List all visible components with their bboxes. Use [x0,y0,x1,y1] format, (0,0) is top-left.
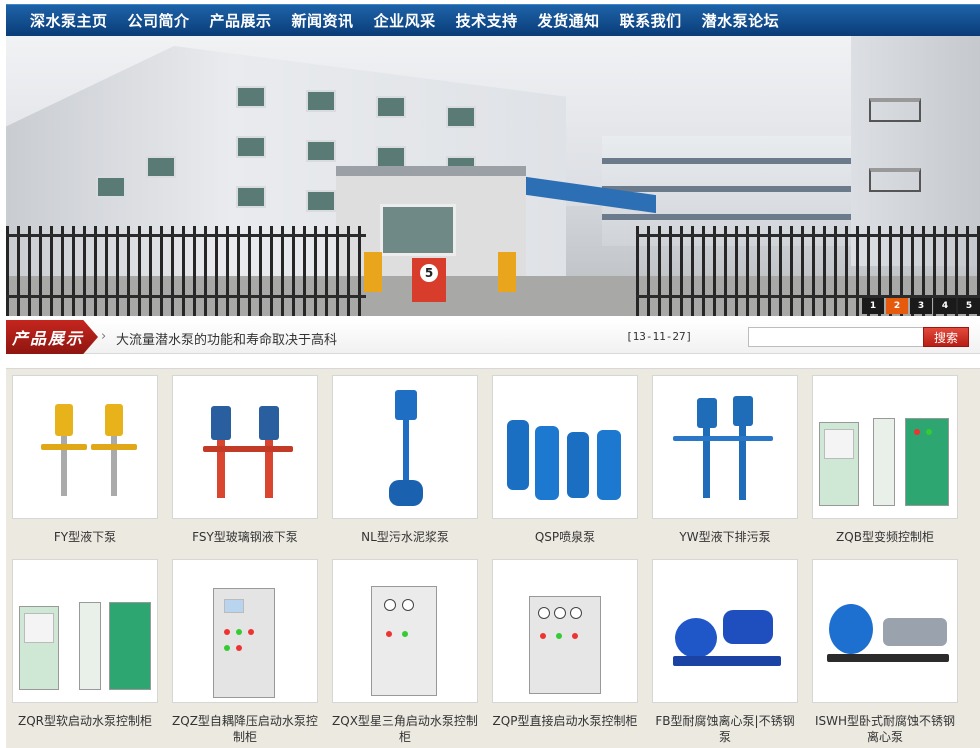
product-card[interactable]: QSP喷泉泵 [492,375,638,545]
search-button[interactable]: 搜索 [923,327,969,347]
product-card[interactable]: ZQB型变频控制柜 [812,375,958,545]
nav-news[interactable]: 新闻资讯 [292,10,354,31]
product-card[interactable]: FY型液下泵 [12,375,158,545]
control-cabinet-green-icon[interactable] [812,375,958,519]
news-date: [13-11-27] [626,330,693,343]
slurry-pump-blue-icon[interactable] [332,375,478,519]
product-caption[interactable]: QSP喷泉泵 [492,529,638,545]
control-cabinet-gray-icon[interactable] [492,559,638,703]
product-caption[interactable]: ZQR型软启动水泵控制柜 [12,713,158,729]
nav-tech-support[interactable]: 技术支持 [456,10,518,31]
product-caption[interactable]: ZQZ型自耦降压启动水泵控制柜 [172,713,318,745]
product-caption[interactable]: NL型污水泥浆泵 [332,529,478,545]
nav-company-style[interactable]: 企业风采 [374,10,436,31]
product-card[interactable]: ZQX型星三角启动水泵控制柜 [332,559,478,745]
products-section-bar: 产品展示 › 大流量潜水泵的功能和寿命取决于高科 [13-11-27] 搜索 [6,320,980,354]
fountain-pumps-blue-icon[interactable] [492,375,638,519]
nav-products[interactable]: 产品展示 [210,10,272,31]
top-nav: 深水泵主页 公司简介 产品展示 新闻资讯 企业风采 技术支持 发货通知 联系我们… [6,4,980,36]
product-caption[interactable]: ISWH型卧式耐腐蚀不锈钢离心泵 [812,713,958,745]
control-cabinet-green-icon[interactable] [12,559,158,703]
product-caption[interactable]: FB型耐腐蚀离心泵|不锈钢泵 [652,713,798,745]
chevron-right-icon: › [101,329,107,344]
nav-about[interactable]: 公司简介 [128,10,190,31]
nav-contact[interactable]: 联系我们 [620,10,682,31]
nav-forum[interactable]: 潜水泵论坛 [702,10,780,31]
banner-bollard [364,252,382,292]
search-input[interactable] [748,327,924,347]
product-caption[interactable]: ZQB型变频控制柜 [812,529,958,545]
banner-slider-nav: 1 2 3 4 5 [862,298,980,314]
product-caption[interactable]: YW型液下排污泵 [652,529,798,545]
control-cabinet-gray-icon[interactable] [332,559,478,703]
product-caption[interactable]: ZQP型直接启动水泵控制柜 [492,713,638,729]
vertical-pump-yellow-icon[interactable] [12,375,158,519]
product-grid: FY型液下泵 FSY型玻璃钢液下泵 NL型污水泥浆泵 QSP喷泉泵 YW型液下排… [6,368,980,748]
slide-dot-4[interactable]: 4 [934,298,956,314]
slide-dot-3[interactable]: 3 [910,298,932,314]
product-card[interactable]: FB型耐腐蚀离心泵|不锈钢泵 [652,559,798,745]
section-title: 产品展示 [6,320,98,354]
banner-speed-sign: 5 [412,258,446,302]
product-card[interactable]: ISWH型卧式耐腐蚀不锈钢离心泵 [812,559,958,745]
horizontal-pump-blue-icon[interactable] [812,559,958,703]
centrifugal-pump-blue-icon[interactable] [652,559,798,703]
product-card[interactable]: NL型污水泥浆泵 [332,375,478,545]
product-card[interactable]: ZQP型直接启动水泵控制柜 [492,559,638,729]
banner-gate-left [6,226,366,316]
product-caption[interactable]: ZQX型星三角启动水泵控制柜 [332,713,478,745]
slide-dot-5[interactable]: 5 [958,298,980,314]
nav-home[interactable]: 深水泵主页 [30,10,108,31]
banner-speed-sign-text: 5 [420,264,438,282]
slide-dot-1[interactable]: 1 [862,298,884,314]
control-cabinet-gray-icon[interactable] [172,559,318,703]
product-card[interactable]: FSY型玻璃钢液下泵 [172,375,318,545]
product-caption[interactable]: FY型液下泵 [12,529,158,545]
banner-bollard [498,252,516,292]
latest-news-link[interactable]: 大流量潜水泵的功能和寿命取决于高科 [116,329,337,348]
sewage-pump-blue-icon[interactable] [652,375,798,519]
product-caption[interactable]: FSY型玻璃钢液下泵 [172,529,318,545]
nav-shipping[interactable]: 发货通知 [538,10,600,31]
product-card[interactable]: YW型液下排污泵 [652,375,798,545]
product-card[interactable]: ZQZ型自耦降压启动水泵控制柜 [172,559,318,745]
vertical-pump-red-icon[interactable] [172,375,318,519]
product-card[interactable]: ZQR型软启动水泵控制柜 [12,559,158,729]
slide-dot-2[interactable]: 2 [886,298,908,314]
hero-banner[interactable]: 5 1 2 3 4 5 [6,36,980,316]
